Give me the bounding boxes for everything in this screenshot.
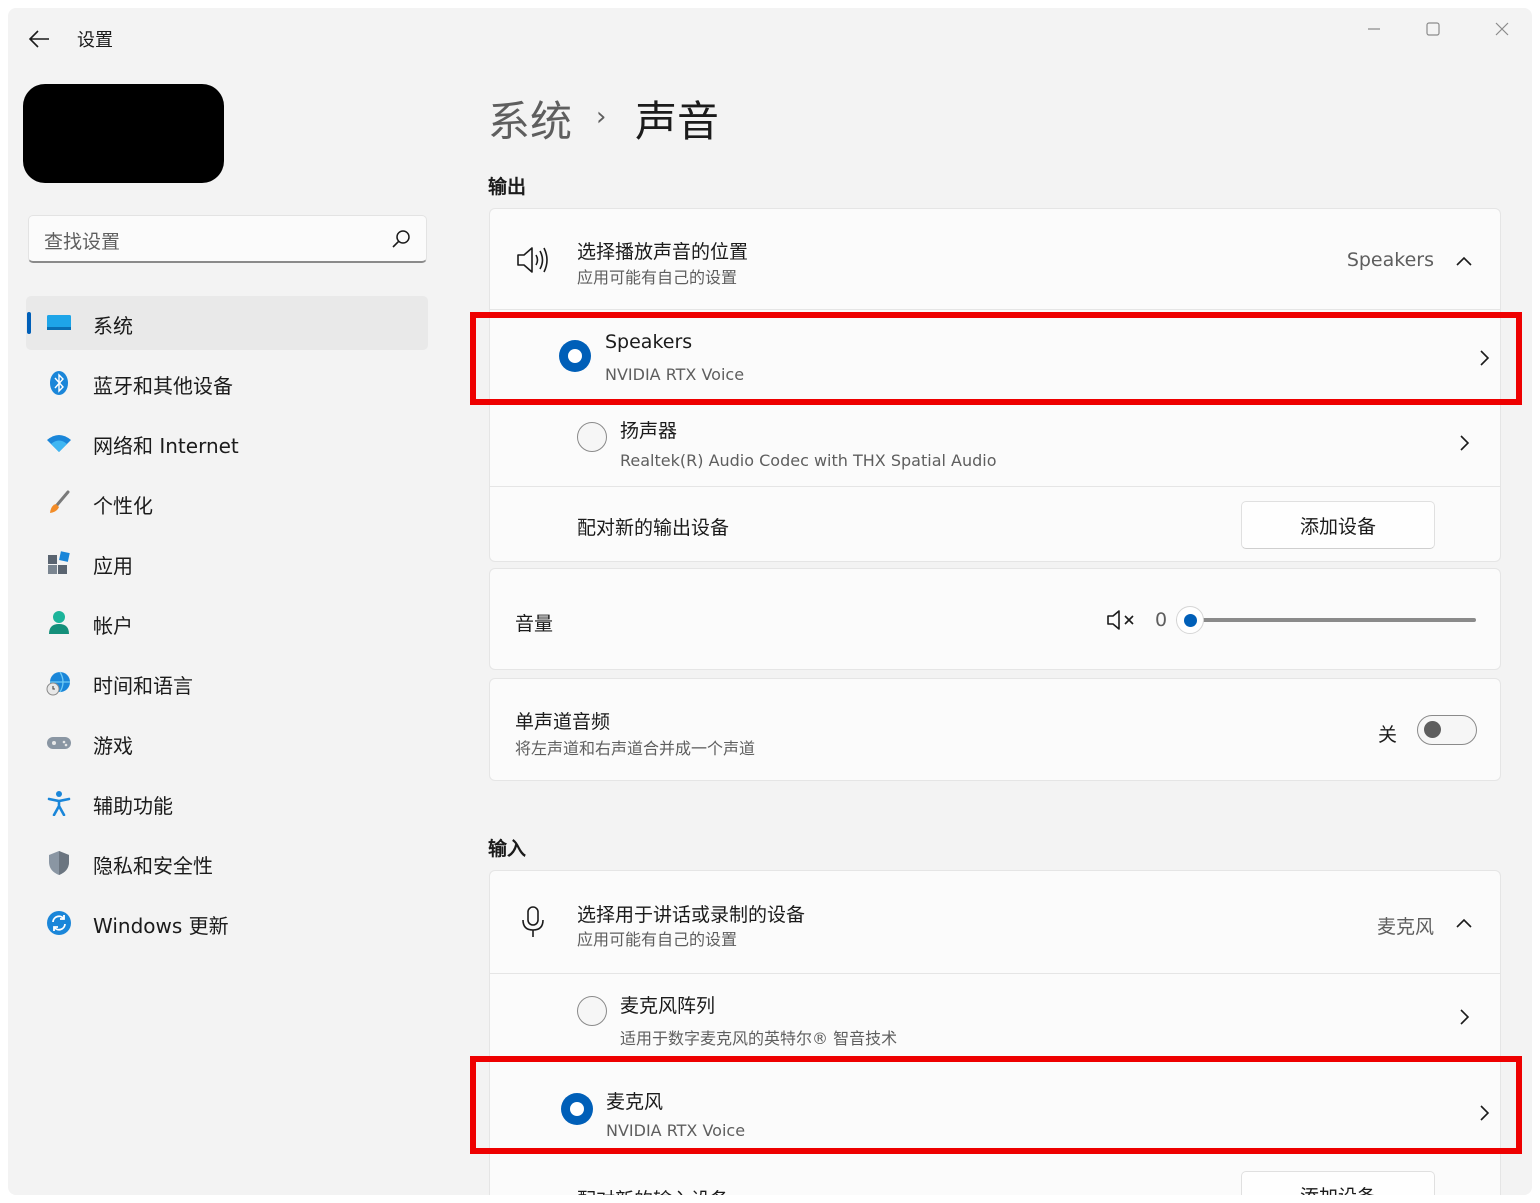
volume-card: 音量 0 bbox=[489, 568, 1501, 670]
pair-input-row: 配对新的输入设备 添加设备 bbox=[490, 1159, 1500, 1195]
brush-icon bbox=[46, 490, 72, 516]
input-section-label: 输入 bbox=[488, 838, 527, 860]
mono-audio-state: 关 bbox=[1378, 724, 1398, 746]
search-box[interactable]: 查找设置 bbox=[28, 215, 427, 263]
sidebar-item-system[interactable]: 系统 bbox=[26, 296, 428, 350]
volume-slider-track[interactable] bbox=[1176, 618, 1476, 622]
device-name: 扬声器 bbox=[620, 420, 678, 442]
sidebar-item-label: 蓝牙和其他设备 bbox=[93, 374, 233, 398]
gamepad-icon bbox=[46, 730, 72, 756]
input-selector-title: 选择用于讲话或录制的设备 bbox=[577, 904, 806, 926]
apps-icon bbox=[46, 550, 72, 576]
search-input[interactable]: 查找设置 bbox=[44, 227, 120, 254]
sidebar-item-label: 应用 bbox=[93, 554, 133, 578]
page-title: 声音 bbox=[635, 97, 720, 146]
mute-icon[interactable] bbox=[1106, 609, 1138, 631]
sidebar-item-label: Windows 更新 bbox=[93, 914, 229, 938]
sidebar-item-time-language[interactable]: 时间和语言 bbox=[26, 656, 428, 710]
settings-window: 设置 查找设置 系统 蓝牙和其他设备 网络和 Internet 个性化 应用 帐… bbox=[8, 8, 1532, 1195]
sidebar-item-label: 帐户 bbox=[93, 614, 133, 638]
sidebar-item-network[interactable]: 网络和 Internet bbox=[26, 416, 428, 470]
sidebar-item-bluetooth[interactable]: 蓝牙和其他设备 bbox=[26, 356, 428, 410]
maximize-icon bbox=[1426, 22, 1440, 36]
wifi-icon bbox=[46, 430, 72, 456]
globe-clock-icon bbox=[46, 670, 72, 696]
sidebar-item-label: 个性化 bbox=[93, 494, 153, 518]
input-device-option-mic-array[interactable]: 麦克风阵列 适用于数字麦克风的英特尔® 智音技术 bbox=[490, 974, 1500, 1059]
radio-button-unselected[interactable] bbox=[577, 422, 607, 452]
output-device-option-realtek[interactable]: 扬声器 Realtek(R) Audio Codec with THX Spat… bbox=[490, 402, 1500, 486]
sidebar-item-label: 游戏 bbox=[93, 734, 133, 758]
sidebar-item-label: 网络和 Internet bbox=[93, 434, 239, 458]
pair-output-row: 配对新的输出设备 添加设备 bbox=[490, 487, 1500, 563]
mono-audio-card: 单声道音频 将左声道和右声道合并成一个声道 关 bbox=[489, 678, 1501, 781]
device-detail: 适用于数字麦克风的英特尔® 智音技术 bbox=[620, 1029, 898, 1048]
input-selector-subtitle: 应用可能有自己的设置 bbox=[577, 930, 738, 949]
sidebar-item-gaming[interactable]: 游戏 bbox=[26, 716, 428, 770]
device-name: 麦克风阵列 bbox=[620, 995, 716, 1017]
maximize-button[interactable] bbox=[1410, 12, 1456, 46]
toggle-knob bbox=[1424, 721, 1441, 738]
windows-update-icon bbox=[46, 910, 72, 936]
output-selector-subtitle: 应用可能有自己的设置 bbox=[577, 268, 738, 287]
output-selector-row[interactable]: 选择播放声音的位置 应用可能有自己的设置 Speakers bbox=[490, 209, 1500, 309]
search-icon[interactable] bbox=[390, 228, 412, 250]
output-selected-value: Speakers bbox=[1346, 249, 1434, 271]
output-section-label: 输出 bbox=[488, 176, 527, 198]
active-indicator bbox=[27, 312, 31, 334]
app-title: 设置 bbox=[77, 30, 113, 51]
sidebar-item-accounts[interactable]: 帐户 bbox=[26, 596, 428, 650]
highlight-box-output bbox=[470, 312, 1522, 405]
sidebar-item-privacy[interactable]: 隐私和安全性 bbox=[26, 836, 428, 890]
sidebar-item-apps[interactable]: 应用 bbox=[26, 536, 428, 590]
volume-value: 0 bbox=[1155, 609, 1168, 631]
back-button[interactable] bbox=[24, 24, 54, 54]
close-icon bbox=[1495, 22, 1509, 36]
chevron-right-icon[interactable] bbox=[1454, 433, 1474, 453]
shield-icon bbox=[46, 850, 72, 876]
bluetooth-icon bbox=[46, 370, 72, 396]
minimize-button[interactable] bbox=[1351, 12, 1397, 46]
radio-button-unselected[interactable] bbox=[577, 996, 607, 1026]
sidebar-item-accessibility[interactable]: 辅助功能 bbox=[26, 776, 428, 830]
input-selector-row[interactable]: 选择用于讲话或录制的设备 应用可能有自己的设置 麦克风 bbox=[490, 871, 1500, 973]
user-profile-redacted[interactable] bbox=[23, 84, 224, 183]
device-detail: Realtek(R) Audio Codec with THX Spatial … bbox=[620, 451, 997, 470]
chevron-right-icon[interactable] bbox=[1454, 1007, 1474, 1027]
chevron-up-icon[interactable] bbox=[1454, 251, 1474, 271]
sidebar-item-label: 时间和语言 bbox=[93, 674, 193, 698]
volume-label: 音量 bbox=[515, 613, 554, 635]
input-selected-value: 麦克风 bbox=[1376, 916, 1434, 938]
breadcrumb-parent[interactable]: 系统 bbox=[488, 88, 572, 149]
pair-output-label: 配对新的输出设备 bbox=[577, 517, 730, 539]
sidebar-item-label: 隐私和安全性 bbox=[93, 854, 213, 878]
microphone-icon bbox=[522, 906, 544, 937]
account-icon bbox=[46, 610, 72, 636]
accessibility-icon bbox=[46, 790, 72, 816]
back-arrow-icon bbox=[28, 30, 49, 48]
volume-slider-thumb[interactable] bbox=[1176, 606, 1204, 634]
output-selector-title: 选择播放声音的位置 bbox=[577, 241, 749, 263]
mono-audio-title: 单声道音频 bbox=[515, 711, 611, 733]
add-output-device-button[interactable]: 添加设备 bbox=[1241, 501, 1435, 549]
system-display-icon bbox=[46, 310, 72, 336]
speaker-icon bbox=[517, 247, 548, 273]
breadcrumb-separator: › bbox=[596, 102, 607, 132]
sidebar-item-windows-update[interactable]: Windows 更新 bbox=[26, 896, 428, 950]
highlight-box-input bbox=[470, 1056, 1522, 1154]
mono-audio-subtitle: 将左声道和右声道合并成一个声道 bbox=[515, 739, 756, 758]
sidebar-nav: 系统 蓝牙和其他设备 网络和 Internet 个性化 应用 帐户 时间和语言 … bbox=[26, 296, 428, 956]
mono-audio-toggle[interactable] bbox=[1417, 715, 1477, 745]
chevron-up-icon[interactable] bbox=[1454, 913, 1474, 933]
sidebar-item-label: 辅助功能 bbox=[93, 794, 173, 818]
pair-input-label: 配对新的输入设备 bbox=[577, 1185, 729, 1195]
minimize-icon bbox=[1368, 28, 1380, 30]
sidebar-item-label: 系统 bbox=[93, 314, 133, 338]
close-button[interactable] bbox=[1479, 12, 1525, 46]
add-input-device-button[interactable]: 添加设备 bbox=[1241, 1171, 1435, 1195]
sidebar-item-personalization[interactable]: 个性化 bbox=[26, 476, 428, 530]
